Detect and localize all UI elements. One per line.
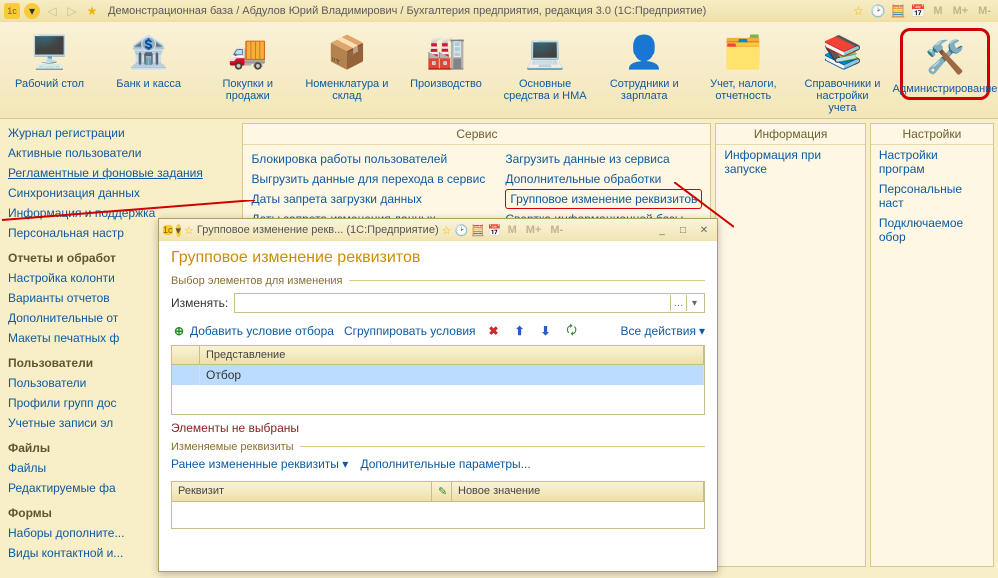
modal-app-icon: 1c — [163, 225, 173, 235]
favorite-icon[interactable]: ★ — [84, 3, 100, 19]
app-icon: 1c — [4, 3, 20, 19]
svc-export[interactable]: Выгрузить данные для перехода в сервис — [251, 169, 485, 189]
attrs-grid[interactable]: Реквизит ✎ Новое значение — [171, 481, 705, 529]
service-col2: Загрузить данные из сервиса Дополнительн… — [505, 149, 702, 229]
svc-load-dates[interactable]: Даты запрета загрузки данных — [251, 189, 485, 209]
nav-fwd-icon[interactable]: ▷ — [64, 3, 80, 19]
tool-tax[interactable]: 🗂️Учет, налоги, отчетность — [702, 28, 785, 106]
up-icon[interactable]: ⬆ — [512, 323, 528, 339]
main-titlebar: 1c ▾ ◁ ▷ ★ Демонстрационная база / Абдул… — [0, 0, 998, 22]
tool-desktop[interactable]: 🖥️Рабочий стол — [8, 28, 91, 94]
dropdown-icon[interactable]: ▾ — [24, 3, 40, 19]
settings-head: Настройки — [871, 124, 993, 145]
star-icon[interactable]: ☆ — [850, 3, 866, 19]
filter-grid[interactable]: Представление Отбор — [171, 345, 705, 415]
tool-sales[interactable]: 🚚Покупки и продажи — [206, 28, 289, 106]
svc-import[interactable]: Загрузить данные из сервиса — [505, 149, 702, 169]
add-filter-btn[interactable]: ⊕Добавить условие отбора — [171, 323, 334, 339]
modal-calc-icon[interactable]: 🧮 — [471, 224, 485, 237]
window-title: Демонстрационная база / Абдулов Юрий Вла… — [108, 5, 706, 17]
svc-extra[interactable]: Дополнительные обработки — [505, 169, 702, 189]
tool-assets[interactable]: 💻Основные средства и НМА — [504, 28, 587, 106]
modal-mplus[interactable]: M+ — [523, 224, 545, 236]
modal-close-btn[interactable]: ✕ — [695, 223, 713, 237]
history-icon[interactable]: 🕑 — [870, 3, 886, 19]
service-col1: Блокировка работы пользователей Выгрузит… — [251, 149, 485, 229]
fs-attrs: Изменяемые реквизиты — [171, 441, 705, 453]
tool-staff[interactable]: 👤Сотрудники и зарплата — [603, 28, 686, 106]
nav-back-icon[interactable]: ◁ — [44, 3, 60, 19]
grid-head-repr: Представление — [200, 346, 704, 364]
tool-production[interactable]: 🏭Производство — [404, 28, 487, 94]
delete-icon[interactable]: ✖ — [486, 323, 502, 339]
sb-active-users[interactable]: Активные пользователи — [8, 143, 234, 163]
modal-fav-icon[interactable]: ☆ — [442, 224, 452, 237]
change-combo[interactable]: … ▾ — [234, 293, 705, 313]
tool-ref[interactable]: 📚Справочники и настройки учета — [801, 28, 884, 118]
info-startup[interactable]: Информация при запуске — [716, 145, 864, 179]
combo-drop-icon[interactable]: ▾ — [686, 295, 702, 311]
extra-params-link[interactable]: Дополнительные параметры... — [361, 457, 531, 471]
sb-sync[interactable]: Синхронизация данных — [8, 183, 234, 203]
change-label: Изменять: — [171, 296, 228, 310]
settings-prog[interactable]: Настройки програм — [871, 145, 993, 179]
status-none: Элементы не выбраны — [171, 415, 705, 441]
modal-dropdown-icon[interactable]: ▾ — [176, 224, 182, 237]
info-panel: Информация Информация при запуске — [715, 123, 865, 567]
service-head: Сервис — [243, 124, 710, 145]
svc-group-change[interactable]: Групповое изменение реквизитов — [505, 189, 702, 209]
modal-heading: Групповое изменение реквизитов — [171, 249, 705, 275]
modal-cal-icon[interactable]: 📅 — [488, 224, 502, 237]
settings-panel: Настройки Настройки програм Персональные… — [870, 123, 994, 567]
modal-star-icon[interactable]: ☆ — [184, 224, 194, 237]
all-actions-btn[interactable]: Все действия ▾ — [621, 324, 706, 338]
plus-icon: ⊕ — [171, 323, 187, 339]
main-toolbar: 🖥️Рабочий стол 🏦Банк и касса 🚚Покупки и … — [0, 22, 998, 119]
modal-min-btn[interactable]: _ — [653, 223, 671, 237]
modal-m[interactable]: M — [505, 224, 520, 236]
m-plus-btn[interactable]: M+ — [950, 5, 972, 17]
modal-hist-icon[interactable]: 🕑 — [454, 224, 468, 237]
g2-col2: Новое значение — [452, 482, 704, 501]
settings-equip[interactable]: Подключаемое обор — [871, 213, 993, 247]
m-btn[interactable]: M — [930, 5, 945, 17]
pencil-icon: ✎ — [438, 486, 447, 498]
down-icon[interactable]: ⬇ — [538, 323, 554, 339]
modal-max-btn[interactable]: □ — [674, 223, 692, 237]
tool-stock[interactable]: 📦Номенклатура и склад — [305, 28, 388, 106]
tool-bank[interactable]: 🏦Банк и касса — [107, 28, 190, 94]
g2-edit-col: ✎ — [432, 482, 452, 501]
m-minus-btn[interactable]: M- — [975, 5, 994, 17]
svc-block[interactable]: Блокировка работы пользователей — [251, 149, 485, 169]
sb-journal[interactable]: Журнал регистрации — [8, 123, 234, 143]
info-head: Информация — [716, 124, 864, 145]
modal-toolbar: ⊕Добавить условие отбора Сгруппировать у… — [171, 317, 705, 345]
modal-title: Групповое изменение рекв... (1С:Предприя… — [197, 224, 439, 236]
modal-titlebar: 1c ▾ ☆ Групповое изменение рекв... (1С:П… — [159, 219, 717, 241]
fs-selection: Выбор элементов для изменения — [171, 275, 705, 287]
group-filter-btn[interactable]: Сгруппировать условия — [344, 324, 476, 338]
g2-col1: Реквизит — [172, 482, 432, 501]
sb-scheduled[interactable]: Регламентные и фоновые задания — [8, 163, 234, 183]
tool-admin[interactable]: 🛠️Администрирование — [900, 28, 990, 100]
combo-list-icon[interactable]: … — [670, 295, 686, 311]
grid-row-sel[interactable]: Отбор — [172, 365, 704, 385]
settings-personal[interactable]: Персональные наст — [871, 179, 993, 213]
calendar-icon[interactable]: 📅 — [910, 3, 926, 19]
refresh-icon[interactable]: 🗘 — [564, 323, 580, 339]
modal-group-change: 1c ▾ ☆ Групповое изменение рекв... (1С:П… — [158, 218, 718, 572]
modal-mminus[interactable]: M- — [547, 224, 566, 236]
calc-icon[interactable]: 🧮 — [890, 3, 906, 19]
prev-changed-link[interactable]: Ранее измененные реквизиты ▾ — [171, 457, 348, 471]
